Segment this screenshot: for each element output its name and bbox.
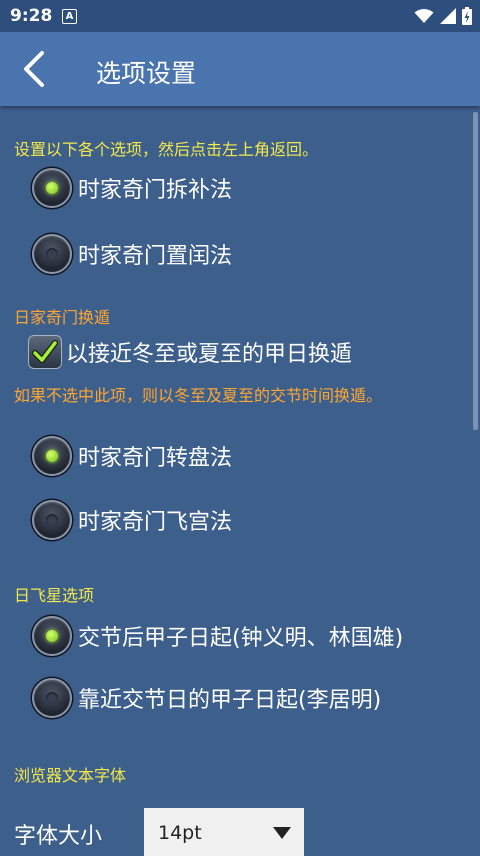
radio-label: 靠近交节日的甲子日起(李居明): [78, 688, 382, 713]
chevron-left-icon: [24, 51, 44, 87]
radio-feigong[interactable]: 时家奇门飞宫法: [32, 498, 232, 542]
radio-label: 时家奇门飞宫法: [78, 510, 233, 535]
day-qimen-heading: 日家奇门换遁: [14, 308, 111, 327]
checkbox-label: 以接近冬至或夏至的甲日换遁: [66, 342, 353, 367]
status-icons: [414, 7, 472, 25]
checkbox-checked-icon: [28, 335, 62, 369]
radio-zhirun[interactable]: 时家奇门置闰法: [32, 232, 232, 276]
radio-zhuanpan[interactable]: 时家奇门转盘法: [32, 434, 232, 478]
radio-chaibu[interactable]: 时家奇门拆补法: [32, 166, 232, 210]
day-qimen-note: 如果不选中此项，则以冬至及夏至的交节时间换遁。: [14, 386, 383, 405]
scrollbar[interactable]: [473, 112, 478, 430]
radio-label: 时家奇门置闰法: [78, 244, 233, 269]
radio-off-icon: [32, 500, 72, 540]
font-size-label: 字体大小: [14, 824, 103, 849]
font-size-select[interactable]: 14pt: [144, 808, 304, 856]
instructions-text: 设置以下各个选项，然后点击左上角返回。: [14, 140, 319, 159]
radio-off-icon: [32, 678, 72, 718]
radio-on-icon: [32, 616, 72, 656]
browser-font-heading: 浏览器文本字体: [14, 766, 127, 785]
status-time: 9:28: [10, 6, 53, 26]
signal-icon: [440, 8, 456, 24]
battery-icon: [462, 7, 472, 25]
app-bar: 选项设置: [0, 32, 480, 106]
checkbox-day-qimen-switch[interactable]: 以接近冬至或夏至的甲日换遁: [28, 334, 352, 370]
radio-star-near-jiaojie[interactable]: 靠近交节日的甲子日起(李居明): [32, 676, 381, 720]
back-button[interactable]: [14, 47, 58, 91]
radio-label: 交节后甲子日起(钟义明、林国雄): [78, 626, 404, 651]
radio-on-icon: [32, 168, 72, 208]
wifi-icon: [414, 9, 434, 23]
page-title: 选项设置: [96, 59, 197, 88]
radio-label: 时家奇门拆补法: [78, 178, 233, 203]
status-bar: 9:28 A: [0, 0, 480, 32]
settings-content[interactable]: 设置以下各个选项，然后点击左上角返回。 时家奇门拆补法 时家奇门置闰法 日家奇门…: [0, 106, 480, 856]
font-size-value: 14pt: [158, 822, 202, 844]
notification-a-icon: A: [62, 9, 77, 24]
radio-star-after-jiaojie[interactable]: 交节后甲子日起(钟义明、林国雄): [32, 614, 403, 658]
dropdown-arrow-icon: [273, 827, 291, 839]
radio-label: 时家奇门转盘法: [78, 446, 233, 471]
radio-on-icon: [32, 436, 72, 476]
day-star-heading: 日飞星选项: [14, 586, 95, 605]
radio-off-icon: [32, 234, 72, 274]
